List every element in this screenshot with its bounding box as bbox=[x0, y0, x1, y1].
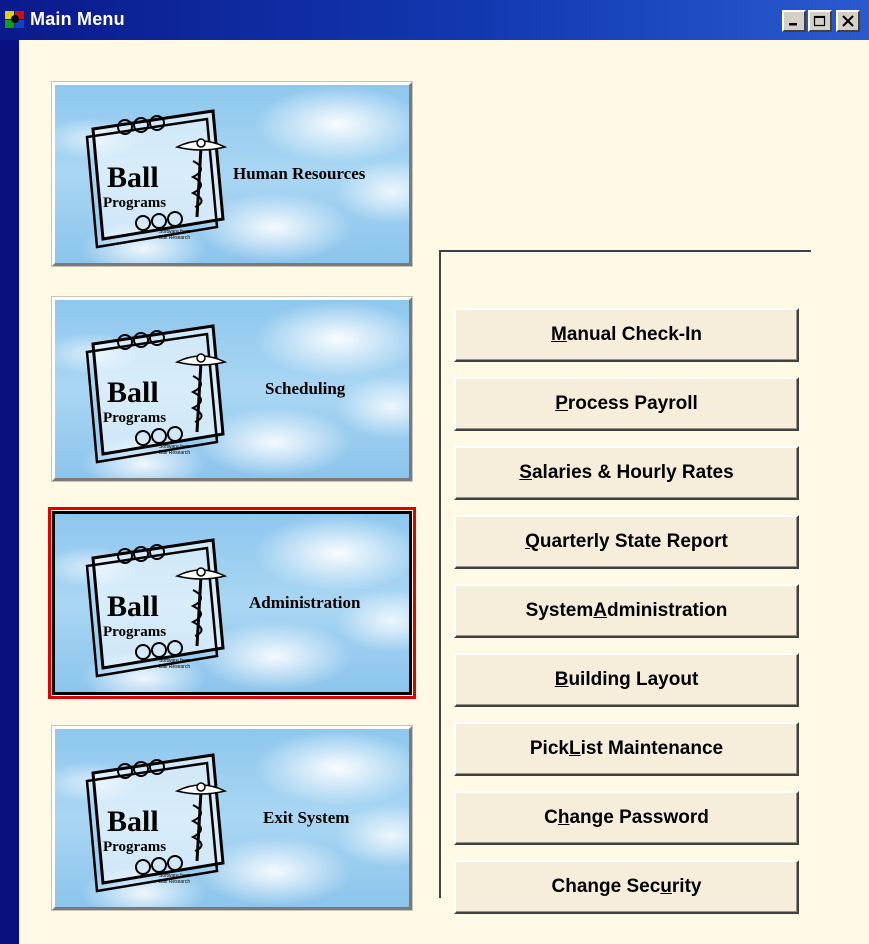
svg-text:Ball Research: Ball Research bbox=[159, 664, 190, 670]
pick-list-maintenance-button[interactable]: Pick List Maintenance bbox=[454, 722, 799, 776]
logo-ball-text: Ball bbox=[107, 161, 159, 194]
close-icon bbox=[842, 15, 854, 27]
main-menu-window: Main Menu Ball Programs Software from Ba… bbox=[0, 0, 869, 944]
svg-text:Programs: Programs bbox=[103, 410, 166, 426]
ball-programs-logo: Ball Programs Software from Ball Researc… bbox=[85, 538, 227, 678]
accelerator-key: P bbox=[555, 393, 568, 414]
accelerator-key: S bbox=[519, 462, 532, 483]
accelerator-key: h bbox=[557, 807, 570, 828]
svg-text:Ball Research: Ball Research bbox=[159, 235, 190, 241]
title-bar[interactable]: Main Menu bbox=[0, 0, 869, 40]
svg-text:Ball: Ball bbox=[107, 376, 159, 409]
svg-text:Ball Research: Ball Research bbox=[159, 879, 190, 885]
change-security-button[interactable]: Change Sec u rity bbox=[454, 860, 799, 914]
maximize-button[interactable] bbox=[808, 10, 832, 32]
exit-system-button[interactable]: Ball Programs Software from Ball Researc… bbox=[51, 725, 413, 911]
salaries-hourly-rates-button[interactable]: Salaries & Hourly Rates bbox=[454, 446, 799, 500]
ball-programs-logo: Ball Programs Software from Ball Researc… bbox=[85, 109, 227, 249]
change-password-button[interactable]: Ch ange Password bbox=[454, 791, 799, 845]
building-layout-button[interactable]: Building Layout bbox=[454, 653, 799, 707]
svg-text:Programs: Programs bbox=[103, 624, 166, 640]
accelerator-key: B bbox=[554, 669, 569, 690]
window-title: Main Menu bbox=[30, 9, 125, 29]
accelerator-key: M bbox=[551, 324, 567, 345]
manual-check-in-button[interactable]: Manual Check-In bbox=[454, 308, 799, 362]
svg-text:Ball: Ball bbox=[107, 805, 159, 838]
scheduling-label: Scheduling bbox=[265, 379, 346, 398]
scheduling-button[interactable]: Ball Programs Software from Ball Researc… bbox=[51, 296, 413, 482]
minimize-button[interactable] bbox=[782, 10, 806, 32]
process-payroll-button[interactable]: Process Payroll bbox=[454, 377, 799, 431]
administration-button[interactable]: Ball Programs Software from Ball Researc… bbox=[48, 507, 416, 699]
accelerator-key: u bbox=[660, 876, 672, 897]
ball-programs-logo: Ball Programs Software from Ball Researc… bbox=[85, 324, 227, 464]
human-resources-label: Human Resources bbox=[233, 164, 366, 183]
minimize-icon bbox=[789, 23, 797, 26]
close-button[interactable] bbox=[836, 10, 860, 32]
human-resources-button[interactable]: Ball Programs Software from Ball Researc… bbox=[51, 81, 413, 267]
app-icon bbox=[5, 11, 24, 28]
accelerator-key: Q bbox=[525, 531, 540, 552]
system-administration-button[interactable]: System Administration bbox=[454, 584, 799, 638]
svg-text:Programs: Programs bbox=[103, 839, 166, 855]
svg-text:Ball Research: Ball Research bbox=[159, 450, 190, 456]
quarterly-state-report-button[interactable]: Quarterly State Report bbox=[454, 515, 799, 569]
accelerator-key: L bbox=[568, 738, 581, 759]
logo-programs-text: Programs bbox=[103, 195, 166, 211]
ball-programs-logo: Ball Programs Software from Ball Researc… bbox=[85, 753, 227, 893]
accelerator-key: A bbox=[593, 600, 607, 621]
administration-label: Administration bbox=[249, 593, 361, 612]
maximize-icon bbox=[813, 15, 826, 27]
svg-text:Ball: Ball bbox=[107, 590, 159, 623]
exit-system-label: Exit System bbox=[263, 808, 350, 827]
